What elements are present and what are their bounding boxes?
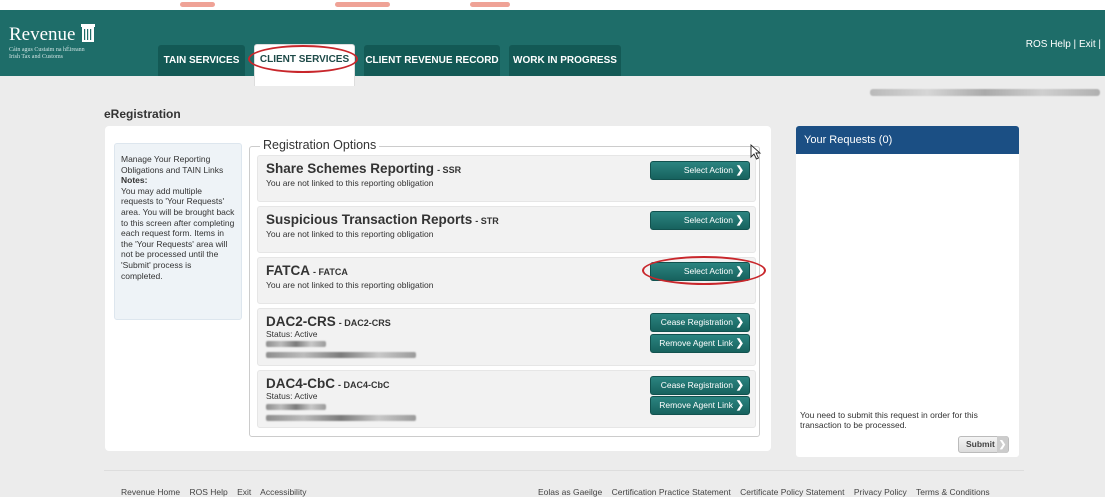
option-name: Suspicious Transaction Reports (266, 212, 473, 227)
redacted-text (266, 341, 326, 347)
chevron-right-icon: ❯ (735, 380, 744, 391)
notes-text: You may add multiple requests to 'Your R… (121, 185, 235, 281)
remove-agent-link-button[interactable]: Remove Agent Link ❯ (650, 334, 750, 353)
select-action-button[interactable]: Select Action ❯ (650, 161, 750, 180)
footer-link-ros-help[interactable]: ROS Help (189, 487, 227, 497)
footer-left-links: Revenue Home ROS Help Exit Accessibility (121, 487, 313, 497)
option-code: - DAC4-CbC (338, 380, 390, 390)
chevron-right-icon: ❯ (735, 215, 744, 226)
option-name: Share Schemes Reporting (266, 161, 435, 176)
redacted-text (266, 352, 416, 358)
registration-options-legend: Registration Options (260, 138, 380, 152)
revenue-logo[interactable]: Revenue Cáin agus Custaim na hÉireann Ir… (9, 24, 95, 61)
logo-subtitle-english: Irish Tax and Customs (9, 54, 63, 60)
tab-work-in-progress[interactable]: WORK IN PROGRESS (509, 45, 621, 76)
option-dac2-crs: DAC2-CRS - DAC2-CRS Status: Active Cease … (257, 308, 756, 366)
submit-button[interactable]: Submit ❯ (958, 436, 1009, 453)
option-status-line: You are not linked to this reporting obl… (266, 229, 434, 239)
your-requests-panel: Your Requests (0) (796, 126, 1019, 457)
redacted-text (266, 404, 326, 410)
option-status-line: You are not linked to this reporting obl… (266, 178, 434, 188)
redacted-user-info (870, 89, 1100, 96)
top-strip (0, 0, 1105, 10)
harp-icon (80, 24, 95, 42)
annotation-mark (335, 2, 390, 7)
logo-word: Revenue (9, 24, 76, 45)
notes-intro: Manage Your Reporting Obligations and TA… (121, 154, 224, 175)
notes-panel: Manage Your Reporting Obligations and TA… (114, 143, 242, 320)
remove-agent-link-button[interactable]: Remove Agent Link ❯ (650, 396, 750, 415)
chevron-right-icon: ❯ (735, 338, 744, 349)
option-title: Suspicious Transaction Reports - STR (266, 212, 499, 227)
button-label: Remove Agent Link (659, 338, 733, 348)
redacted-text (266, 415, 416, 421)
option-code: - FATCA (313, 267, 348, 277)
option-title: FATCA - FATCA (266, 263, 348, 278)
logo-subtitle: Cáin agus Custaim na hÉireann Irish Tax … (9, 47, 95, 61)
option-code: - DAC2-CRS (338, 318, 391, 328)
cease-registration-button[interactable]: Cease Registration ❯ (650, 376, 750, 395)
option-name: DAC2-CRS (266, 314, 336, 329)
button-label: Cease Registration (660, 380, 733, 390)
submit-label: Submit (966, 439, 995, 449)
option-status: Status: Active (266, 329, 318, 339)
option-name: DAC4-CbC (266, 376, 335, 391)
footer-link-privacy-policy[interactable]: Privacy Policy (854, 487, 907, 497)
logo-subtitle-irish: Cáin agus Custaim na hÉireann (9, 47, 85, 53)
footer-link-revenue-home[interactable]: Revenue Home (121, 487, 180, 497)
tab-client-revenue-record[interactable]: CLIENT REVENUE RECORD (364, 45, 500, 76)
exit-link[interactable]: Exit (1079, 39, 1096, 50)
page-title: eRegistration (104, 107, 181, 121)
chevron-right-icon: ❯ (735, 165, 744, 176)
button-label: Select Action (683, 165, 733, 175)
cease-registration-button[interactable]: Cease Registration ❯ (650, 313, 750, 332)
annotation-mark (180, 2, 215, 7)
footer-link-certification-practice[interactable]: Certification Practice Statement (612, 487, 731, 497)
option-name: FATCA (266, 263, 310, 278)
footer-link-accessibility[interactable]: Accessibility (260, 487, 306, 497)
option-str: Suspicious Transaction Reports - STR You … (257, 206, 756, 253)
option-title: DAC2-CRS - DAC2-CRS (266, 314, 391, 329)
tab-tain-services[interactable]: TAIN SERVICES (158, 45, 245, 76)
button-label: Cease Registration (660, 317, 733, 327)
option-ssr: Share Schemes Reporting - SSR You are not… (257, 155, 756, 202)
highlight-ellipse (248, 45, 358, 73)
highlight-ellipse (642, 256, 766, 285)
option-title: Share Schemes Reporting - SSR (266, 161, 461, 176)
footer-divider (104, 470, 1024, 471)
select-action-button[interactable]: Select Action ❯ (650, 211, 750, 230)
footer-link-terms[interactable]: Terms & Conditions (916, 487, 990, 497)
button-label: Select Action (683, 215, 733, 225)
submit-note: You need to submit this request in order… (800, 410, 978, 430)
option-status-line: You are not linked to this reporting obl… (266, 280, 434, 290)
annotation-mark (470, 2, 510, 7)
chevron-right-icon: ❯ (735, 317, 744, 328)
option-code: - SSR (437, 165, 462, 175)
option-status: Status: Active (266, 391, 318, 401)
button-label: Remove Agent Link (659, 400, 733, 410)
footer-link-gaeilge[interactable]: Eolas as Gaeilge (538, 487, 602, 497)
option-dac4-cbc: DAC4-CbC - DAC4-CbC Status: Active Cease … (257, 370, 756, 428)
link-separator: | (1098, 39, 1101, 50)
mouse-cursor-icon (750, 144, 762, 160)
footer-right-links: Eolas as Gaeilge Certification Practice … (538, 487, 997, 497)
footer-link-exit[interactable]: Exit (237, 487, 251, 497)
header-links: ROS Help | Exit | (1026, 39, 1101, 50)
chevron-right-icon: ❯ (997, 436, 1008, 453)
link-separator: | (1073, 39, 1077, 50)
your-requests-title: Your Requests (0) (796, 126, 1019, 154)
ros-help-link[interactable]: ROS Help (1026, 39, 1071, 50)
option-code: - STR (475, 216, 499, 226)
footer-link-certificate-policy[interactable]: Certificate Policy Statement (740, 487, 844, 497)
chevron-right-icon: ❯ (735, 400, 744, 411)
option-title: DAC4-CbC - DAC4-CbC (266, 376, 390, 391)
notes-heading: Notes: (121, 175, 148, 186)
